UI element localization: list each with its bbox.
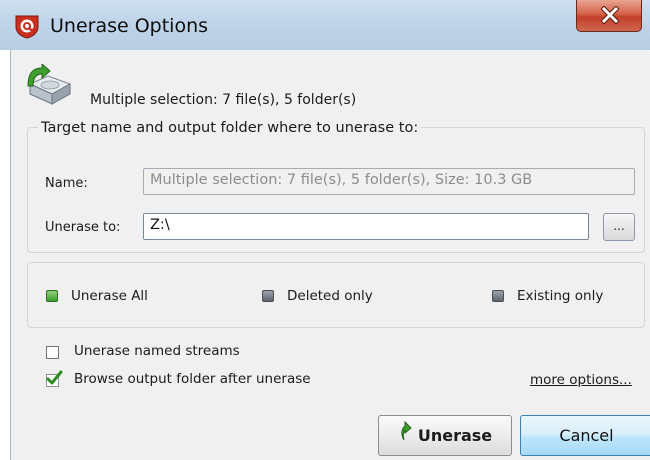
name-field: Multiple selection: 7 file(s), 5 folder(… xyxy=(143,168,635,195)
selected-indicator-icon xyxy=(46,290,58,302)
option-label: Unerase All xyxy=(71,288,148,304)
unerase-to-label: Unerase to: xyxy=(45,220,121,235)
unselected-indicator-icon xyxy=(492,290,504,302)
name-label: Name: xyxy=(45,176,88,191)
unerase-to-input[interactable]: Z:\ xyxy=(143,213,589,240)
browse-after-label: Browse output folder after unerase xyxy=(74,371,311,387)
drive-restore-icon xyxy=(24,62,74,114)
named-streams-label: Unerase named streams xyxy=(74,343,240,359)
dialog-body: Multiple selection: 7 file(s), 5 folder(… xyxy=(10,50,650,460)
unerase-arrow-icon xyxy=(398,416,412,455)
browse-folder-button[interactable]: ... xyxy=(603,213,635,241)
checkmark-icon xyxy=(46,370,63,385)
window-title: Unerase Options xyxy=(50,15,209,37)
option-label: Deleted only xyxy=(287,288,373,304)
cancel-button[interactable]: Cancel xyxy=(520,415,650,456)
selection-summary: Multiple selection: 7 file(s), 5 folder(… xyxy=(90,92,357,108)
named-streams-checkbox[interactable] xyxy=(46,346,59,359)
unerase-button[interactable]: Unerase xyxy=(378,415,512,456)
close-x-icon xyxy=(601,6,619,24)
unerase-button-label: Unerase xyxy=(417,426,493,445)
unerase-app-icon xyxy=(14,13,40,39)
unselected-indicator-icon xyxy=(262,290,274,302)
title-bar: Unerase Options xyxy=(0,0,650,50)
close-button[interactable] xyxy=(576,0,642,32)
more-options-link[interactable]: more options... xyxy=(530,372,632,388)
target-group-legend: Target name and output folder where to u… xyxy=(38,120,422,136)
browse-after-checkbox[interactable] xyxy=(46,370,63,387)
option-label: Existing only xyxy=(517,288,604,304)
